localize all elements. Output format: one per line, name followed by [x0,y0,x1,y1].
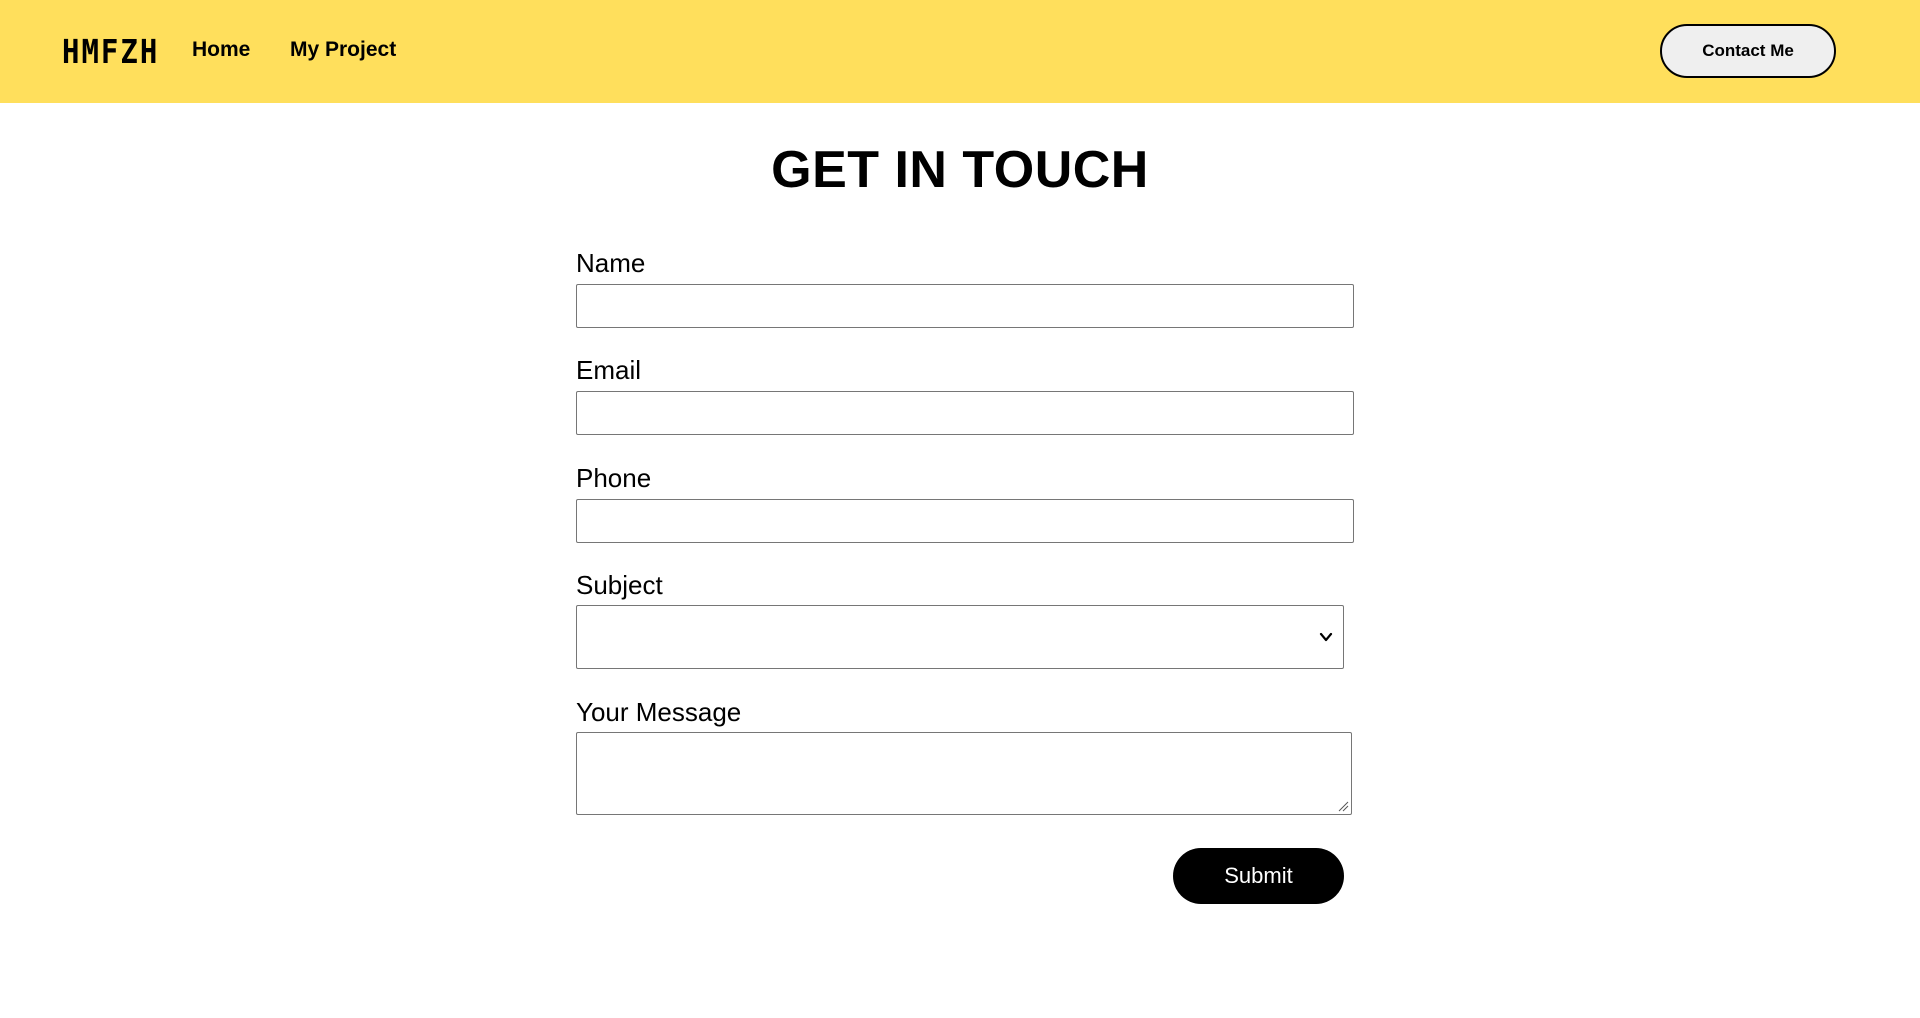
contact-me-button[interactable]: Contact Me [1660,24,1836,78]
subject-select[interactable] [576,605,1344,669]
site-logo[interactable]: HMFZH [62,32,159,71]
message-textarea[interactable] [576,732,1352,815]
message-label: Your Message [576,697,742,727]
submit-button[interactable]: Submit [1173,848,1344,904]
email-input[interactable] [576,391,1354,435]
name-label: Name [576,248,646,278]
resize-handle-icon[interactable] [1338,801,1349,812]
phone-input[interactable] [576,499,1354,543]
nav-link-my-project[interactable]: My Project [290,38,396,62]
subject-label: Subject [576,570,663,600]
top-navigation-bar: HMFZH Home My Project Contact Me [0,0,1920,103]
page-title: GET IN TOUCH [771,141,1149,199]
chevron-down-icon [1319,632,1333,642]
nav-link-home[interactable]: Home [192,38,250,62]
phone-label: Phone [576,463,652,493]
name-input[interactable] [576,284,1354,328]
email-label: Email [576,355,642,385]
